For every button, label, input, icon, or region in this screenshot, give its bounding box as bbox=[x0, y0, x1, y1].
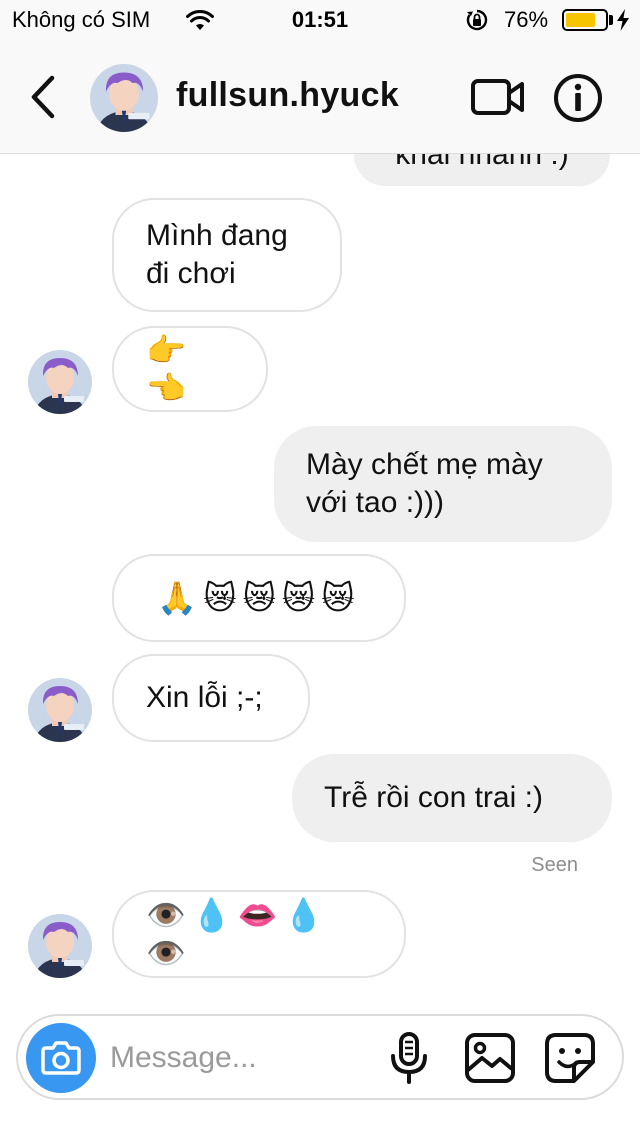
avatar[interactable] bbox=[28, 914, 92, 978]
message-bubble-outgoing[interactable]: Trễ rồi con trai :) bbox=[292, 754, 612, 842]
avatar-image bbox=[90, 64, 158, 132]
message-bubble-outgoing[interactable]: Mày chết mẹ mày với tao :))) bbox=[274, 426, 612, 542]
camera-button[interactable] bbox=[26, 1023, 96, 1093]
message-bubble-incoming[interactable]: 👁️💧👄💧👁️ bbox=[112, 890, 406, 978]
message-text: 👉👈 bbox=[146, 331, 192, 407]
battery-level bbox=[566, 13, 595, 27]
sticker-icon bbox=[545, 1033, 595, 1083]
info-icon bbox=[554, 74, 602, 122]
video-call-button[interactable] bbox=[470, 73, 526, 121]
camera-icon bbox=[41, 1041, 81, 1075]
avatar[interactable] bbox=[28, 678, 92, 742]
message-text: Trễ rồi con trai :) bbox=[324, 781, 543, 814]
microphone-button[interactable] bbox=[388, 1032, 430, 1086]
avatar-image bbox=[28, 678, 92, 742]
message-text: 👁️💧👄💧👁️ bbox=[146, 896, 330, 972]
message-thread[interactable]: khai nhanh :) Mình đang đi chơi 👉👈 Mày c… bbox=[0, 154, 640, 1010]
battery-icon bbox=[562, 9, 608, 31]
chevron-left-icon bbox=[31, 75, 55, 119]
video-camera-icon bbox=[471, 79, 524, 115]
message-bubble-outgoing[interactable]: khai nhanh :) bbox=[354, 154, 610, 186]
seen-indicator: Seen bbox=[531, 854, 578, 876]
message-input[interactable] bbox=[110, 1036, 380, 1080]
chat-header: fullsun.hyuck bbox=[0, 40, 640, 154]
message-text: Xin lỗi ;-; bbox=[146, 681, 263, 714]
chat-username[interactable]: fullsun.hyuck bbox=[176, 76, 399, 115]
battery-tip bbox=[609, 15, 613, 25]
info-button[interactable] bbox=[552, 72, 604, 124]
sticker-button[interactable] bbox=[544, 1032, 596, 1084]
orientation-lock-icon bbox=[466, 9, 488, 31]
status-bar: Không có SIM 01:51 76% bbox=[0, 0, 640, 40]
back-button[interactable] bbox=[22, 72, 66, 122]
gallery-button[interactable] bbox=[464, 1032, 516, 1084]
microphone-icon bbox=[391, 1032, 427, 1084]
message-bubble-incoming[interactable]: 🙏😿😿😿😿 bbox=[112, 554, 406, 642]
avatar[interactable] bbox=[28, 350, 92, 414]
image-gallery-icon bbox=[465, 1033, 515, 1083]
message-text: Mình đang đi chơi bbox=[146, 219, 288, 290]
message-bubble-incoming[interactable]: Mình đang đi chơi bbox=[112, 198, 342, 312]
message-text: 🙏😿😿😿😿 bbox=[157, 579, 361, 617]
avatar-image bbox=[28, 350, 92, 414]
battery-percent: 76% bbox=[504, 7, 549, 32]
message-bubble-incoming[interactable]: 👉👈 bbox=[112, 326, 268, 412]
charging-bolt-icon bbox=[617, 9, 629, 31]
message-composer bbox=[16, 1014, 624, 1100]
avatar-image bbox=[28, 914, 92, 978]
message-text: Mày chết mẹ mày với tao :))) bbox=[306, 448, 543, 519]
message-bubble-incoming[interactable]: Xin lỗi ;-; bbox=[112, 654, 310, 742]
avatar[interactable] bbox=[90, 64, 158, 132]
message-text: khai nhanh :) bbox=[395, 154, 569, 171]
